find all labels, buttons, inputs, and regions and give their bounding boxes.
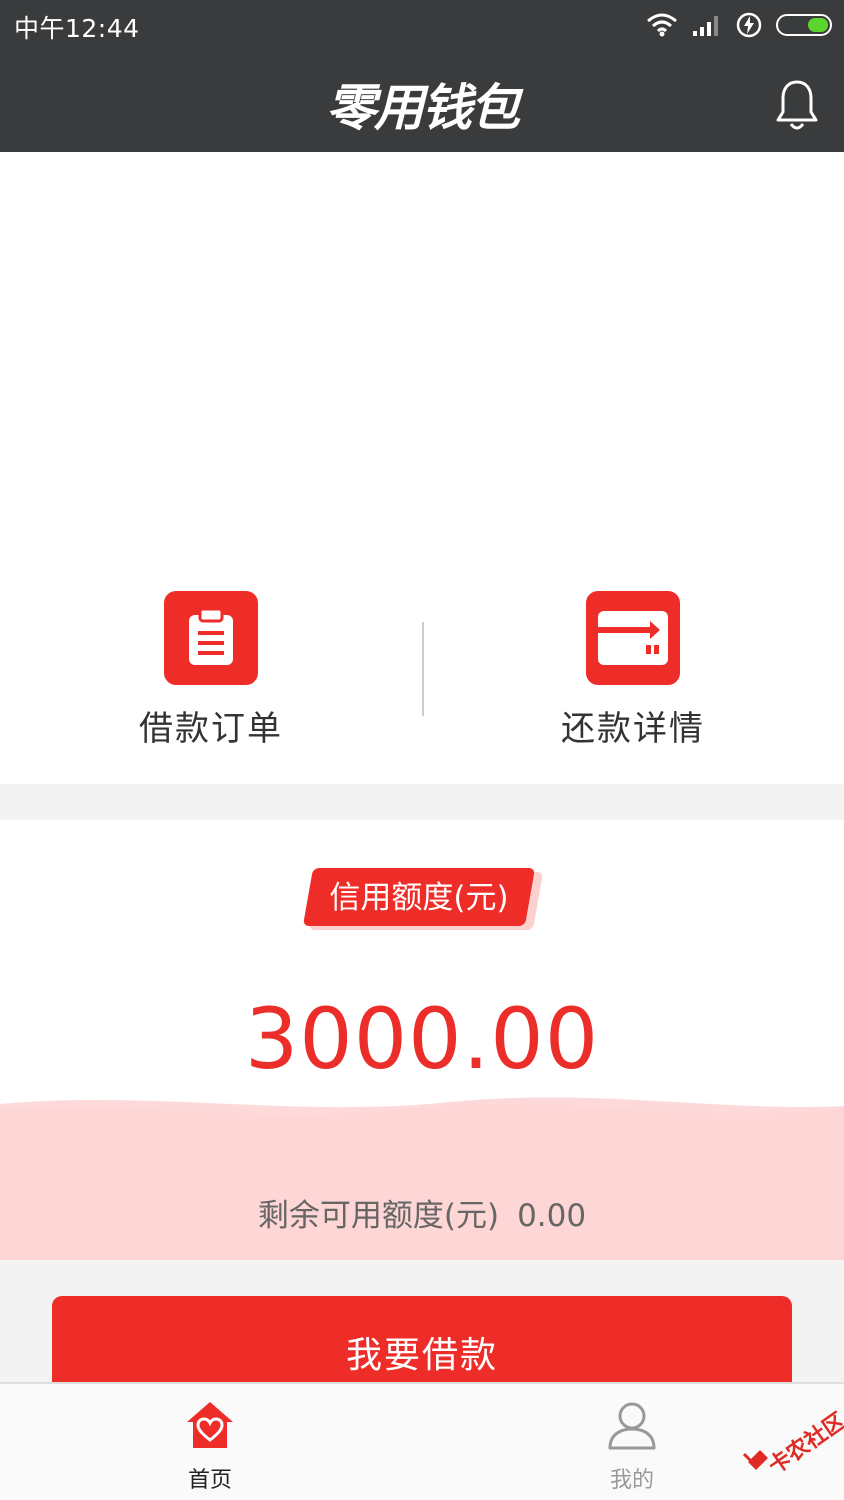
banner-area: [0, 152, 844, 572]
credit-tag: 信用额度(元): [302, 868, 544, 930]
status-bar: 中午12:44: [0, 0, 844, 50]
signal-icon: [693, 16, 718, 36]
app-header: 零用钱包: [0, 50, 844, 152]
tab-mine-label: 我的: [609, 1468, 654, 1493]
user-icon: [608, 1402, 656, 1450]
wifi-icon: [647, 13, 677, 37]
credit-tag-label: 信用额度(元): [329, 880, 509, 916]
tab-home-label: 首页: [187, 1468, 232, 1493]
app-title: 零用钱包: [326, 79, 520, 137]
loan-orders-shortcut[interactable]: 借款订单: [61, 591, 361, 750]
status-icons: [646, 11, 832, 39]
home-heart-icon: [187, 1402, 233, 1448]
repayment-details-label: 还款详情: [561, 709, 705, 749]
tab-home[interactable]: 首页: [110, 1384, 310, 1500]
tab-bar: 首页 我的: [0, 1382, 844, 1500]
status-time: 中午12:44: [14, 14, 140, 43]
bell-icon[interactable]: [774, 78, 820, 132]
tab-mine[interactable]: 我的: [532, 1384, 732, 1500]
card-icon: [586, 591, 680, 685]
remaining-credit-value: 0.00: [517, 1198, 587, 1234]
charging-icon: [736, 12, 762, 38]
shortcut-panel: 借款订单 还款详情: [0, 572, 844, 784]
credit-panel: 信用额度(元) 3000.00 剩余可用额度(元) 0.00: [0, 820, 844, 1260]
clipboard-icon: [164, 591, 258, 685]
remaining-credit-label: 剩余可用额度(元): [257, 1198, 500, 1234]
credit-amount: 3000.00: [244, 990, 600, 1088]
remaining-credit: 剩余可用额度(元) 0.00: [0, 1190, 844, 1235]
battery-icon: [776, 14, 832, 36]
repayment-details-shortcut[interactable]: 还款详情: [483, 591, 783, 750]
loan-orders-label: 借款订单: [139, 709, 283, 749]
shortcut-divider: [422, 622, 424, 716]
